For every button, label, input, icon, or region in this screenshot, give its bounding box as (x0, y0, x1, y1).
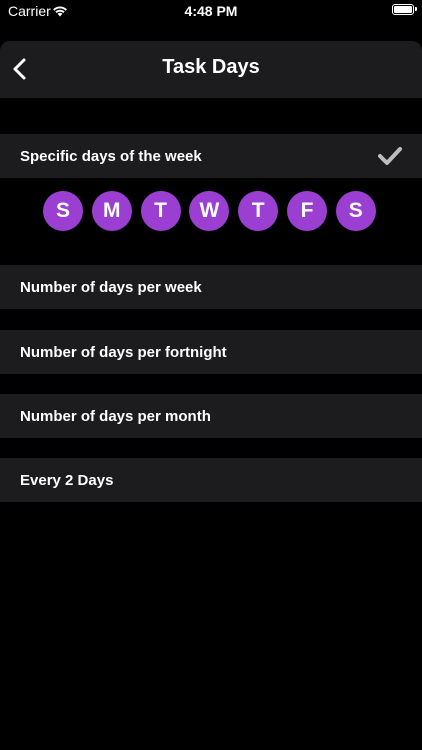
status-time: 4:48 PM (184, 3, 238, 19)
battery-icon (392, 4, 414, 15)
day-sunday[interactable]: S (43, 191, 83, 231)
day-friday[interactable]: F (286, 191, 327, 231)
battery-tip (415, 7, 417, 11)
option-days-per-month[interactable]: Number of days per month (0, 394, 422, 438)
option-days-per-fortnight[interactable]: Number of days per fortnight (0, 330, 422, 374)
day-selector: S M T W T F S (43, 191, 376, 231)
navigation-bar: Task Days (0, 41, 422, 98)
day-wednesday[interactable]: W (189, 191, 230, 231)
checkmark-icon (378, 146, 402, 166)
day-thursday[interactable]: T (238, 191, 279, 231)
option-every-2-days[interactable]: Every 2 Days (0, 458, 422, 502)
status-bar: Carrier 4:48 PM (0, 0, 422, 24)
option-label: Number of days per week (20, 279, 202, 296)
option-label: Number of days per fortnight (20, 344, 227, 361)
option-label: Number of days per month (20, 408, 211, 425)
day-monday[interactable]: M (91, 191, 132, 231)
page-title: Task Days (162, 56, 260, 78)
day-saturday[interactable]: S (335, 191, 376, 231)
day-tuesday[interactable]: T (140, 191, 181, 231)
option-days-per-week[interactable]: Number of days per week (0, 265, 422, 309)
option-label: Every 2 Days (20, 472, 114, 489)
option-specific-days[interactable]: Specific days of the week (0, 134, 422, 178)
option-label: Specific days of the week (20, 148, 202, 165)
